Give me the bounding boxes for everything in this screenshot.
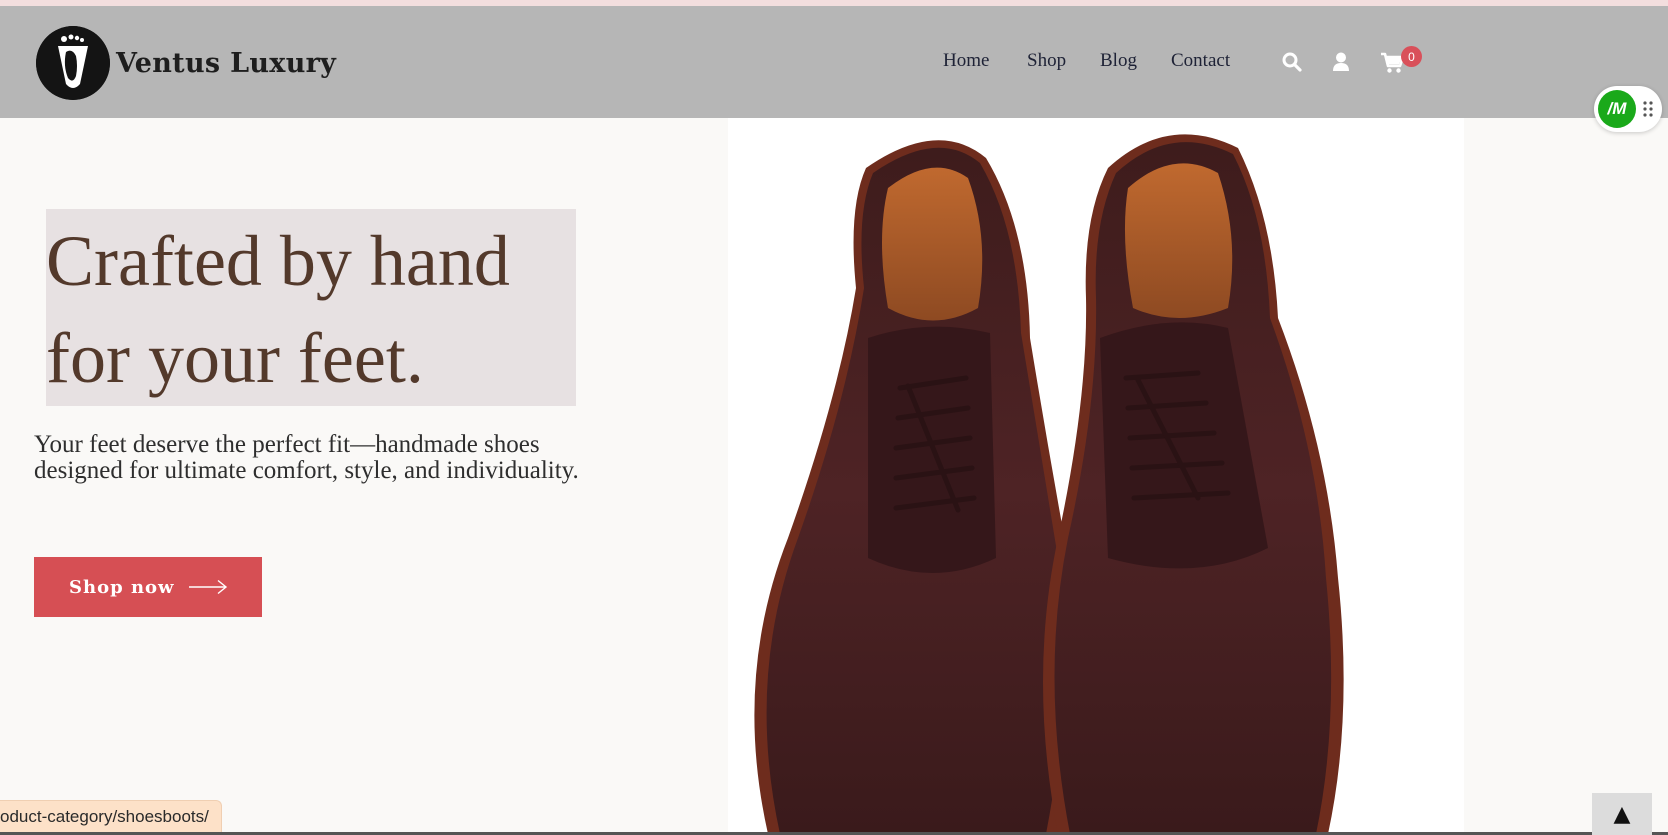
- subtext-line-2: designed for ultimate comfort, style, an…: [34, 457, 579, 484]
- arrow-right-icon: [189, 579, 228, 595]
- nav-contact[interactable]: Contact: [1171, 50, 1230, 72]
- site-logo[interactable]: Ventus Luxury: [36, 26, 336, 100]
- footprint-logo-icon: [36, 26, 110, 100]
- cart-count-badge: 0: [1401, 46, 1422, 67]
- user-icon[interactable]: [1332, 52, 1356, 76]
- site-name[interactable]: Ventus Luxury: [116, 48, 336, 79]
- shop-now-button[interactable]: Shop now: [34, 557, 262, 617]
- widget-logo-icon[interactable]: /M: [1598, 90, 1636, 128]
- scroll-to-top-button[interactable]: ▲: [1592, 793, 1652, 835]
- search-icon[interactable]: [1282, 52, 1306, 76]
- headline-line-2: for your feet.: [46, 318, 424, 398]
- drag-handle-icon[interactable]: [1642, 100, 1654, 118]
- nav-blog[interactable]: Blog: [1100, 50, 1137, 72]
- status-bar-url: oduct-category/shoesboots/: [0, 800, 222, 832]
- hero-subtext: Your feet deserve the perfect fit—handma…: [34, 432, 634, 484]
- site-header: Ventus Luxury Home Shop Blog Contact 0: [0, 6, 1668, 118]
- hero-shoes-image: [728, 118, 1464, 834]
- hero-headline: Crafted by hand for your feet.: [46, 213, 606, 407]
- subtext-line-1: Your feet deserve the perfect fit—handma…: [34, 431, 540, 458]
- nav-shop[interactable]: Shop: [1027, 50, 1066, 72]
- shop-now-label: Shop now: [69, 576, 175, 598]
- floating-widget[interactable]: /M: [1594, 86, 1662, 132]
- nav-home[interactable]: Home: [943, 50, 989, 72]
- headline-line-1: Crafted by hand: [46, 221, 510, 301]
